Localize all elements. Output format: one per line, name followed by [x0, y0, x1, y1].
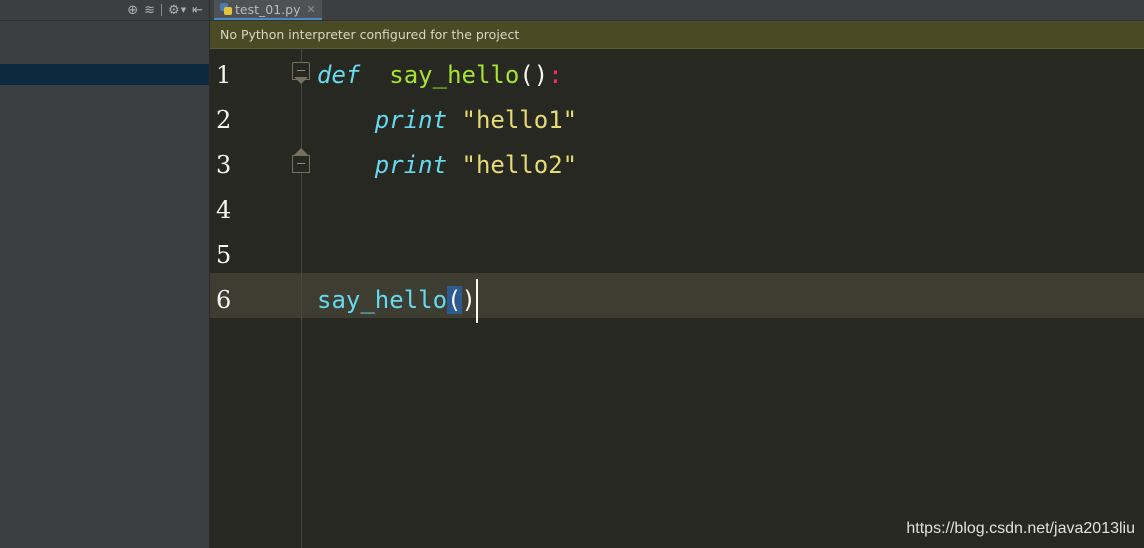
watermark-text: https://blog.csdn.net/java2013liu	[906, 520, 1135, 537]
close-icon[interactable]: ✕	[306, 3, 315, 16]
text-caret	[475, 279, 478, 323]
code-editor[interactable]: 1 def say_hello(): 2 print "hello1" 3 print…	[210, 49, 1144, 548]
line-number: 1	[216, 61, 232, 89]
tab-test-01-py[interactable]: test_01.py ✕	[214, 0, 322, 20]
code-token: say_hello	[389, 61, 520, 89]
toolbar-separator	[161, 4, 163, 16]
project-panel: ⊕ ≋ ⚙ ▼ ⇤	[0, 0, 210, 548]
code-token: "	[562, 151, 578, 179]
target-icon[interactable]: ⊕	[127, 3, 138, 18]
editor-tab-bar: test_01.py ✕	[210, 0, 1144, 21]
code-line[interactable]: say_hello()	[317, 278, 478, 323]
gear-icon[interactable]: ⚙ ▼	[168, 3, 186, 18]
interpreter-warning-banner: No Python interpreter configured for the…	[210, 21, 1144, 49]
tab-label: test_01.py	[235, 1, 301, 17]
code-token: "	[461, 151, 476, 179]
code-token: def	[317, 61, 361, 89]
project-toolbar-icons: ⊕ ≋ ⚙ ▼ ⇤	[127, 1, 203, 19]
line-number: 2	[216, 106, 232, 134]
code-token: hello1	[475, 106, 563, 134]
code-token: say_hello	[317, 286, 448, 314]
code-token: "	[562, 106, 578, 134]
line-number: 4	[216, 196, 232, 224]
code-token: print	[374, 151, 448, 179]
code-token: "	[461, 106, 476, 134]
gutter-separator	[301, 49, 302, 548]
code-token: (	[447, 286, 462, 314]
code-token: )	[461, 286, 476, 314]
line-number: 3	[216, 151, 232, 179]
code-token: :	[548, 61, 563, 89]
code-line[interactable]: def say_hello():	[317, 53, 563, 98]
project-toolbar: ⊕ ≋ ⚙ ▼ ⇤	[0, 0, 209, 21]
code-token: print	[374, 106, 448, 134]
project-tree-selected-row[interactable]	[0, 64, 209, 85]
code-line[interactable]: print "hello2"	[317, 143, 577, 188]
fold-open-icon[interactable]	[292, 62, 310, 84]
code-line[interactable]: print "hello1"	[317, 98, 577, 143]
code-token: ()	[519, 61, 549, 89]
python-file-icon	[220, 3, 232, 15]
collapse-all-icon[interactable]: ≋	[144, 3, 155, 18]
chevron-down-icon: ▼	[180, 6, 187, 14]
line-number: 5	[216, 241, 232, 269]
fold-close-icon[interactable]	[292, 148, 310, 173]
hide-panel-icon[interactable]: ⇤	[192, 3, 203, 18]
line-number: 6	[216, 286, 232, 314]
code-token: hello2	[475, 151, 563, 179]
banner-text: No Python interpreter configured for the…	[220, 27, 520, 42]
